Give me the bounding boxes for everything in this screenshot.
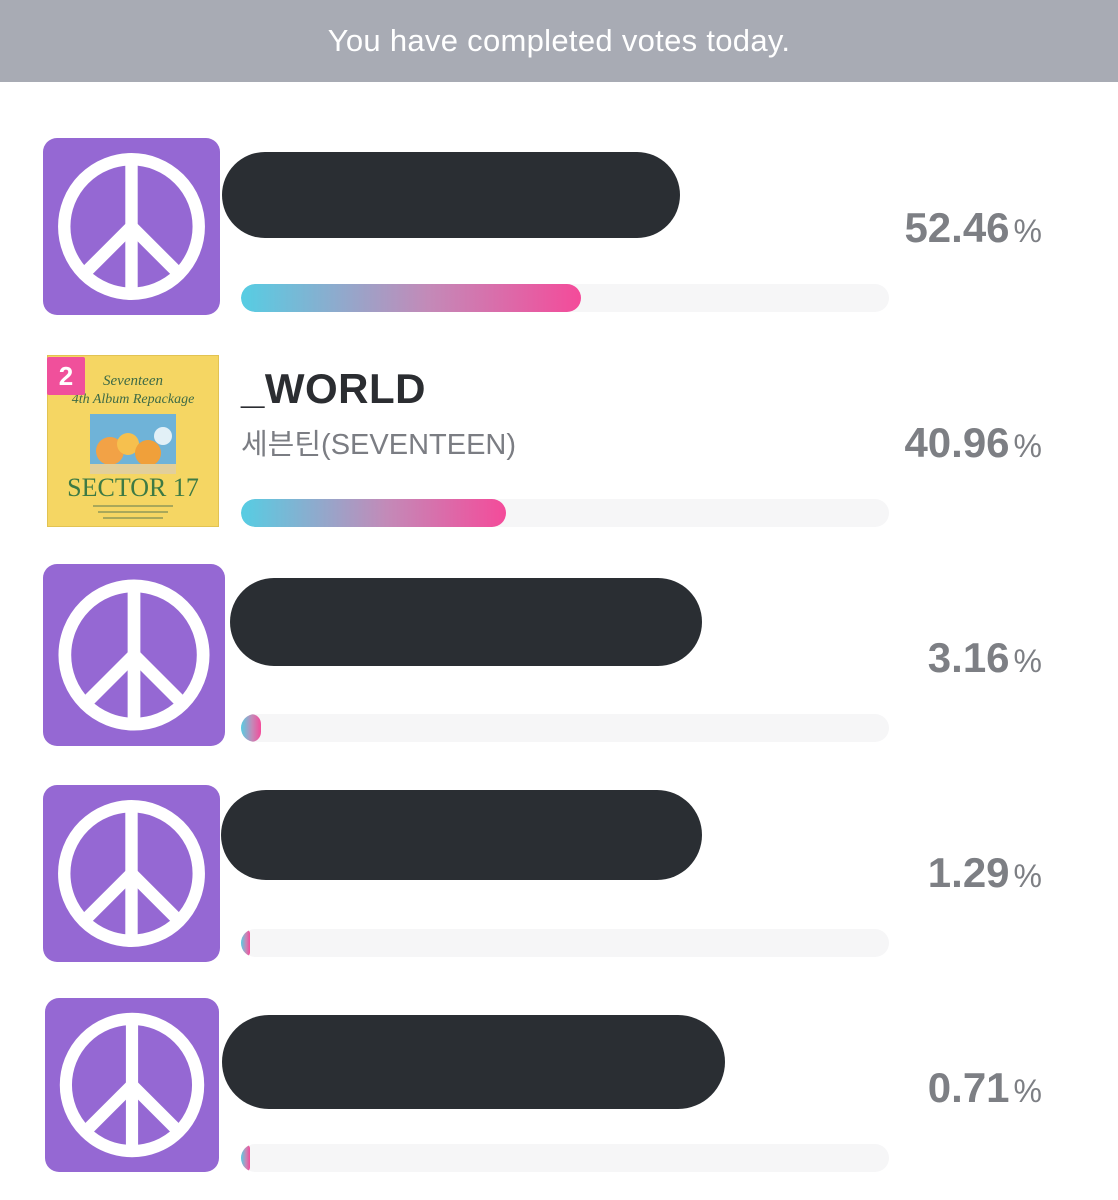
vote-entry-row-3[interactable]: 3.16% [0, 550, 1118, 765]
redacted-title [221, 790, 702, 880]
vote-entry-row-4[interactable]: 1.29% [0, 765, 1118, 980]
rank-badge: 2 [47, 357, 85, 395]
album-cover-line1: Seventeen [103, 373, 163, 389]
vote-percentage: 40.96% [904, 419, 1042, 467]
percentage-unit: % [1013, 643, 1042, 679]
vote-percentage: 0.71% [928, 1064, 1042, 1112]
percentage-value: 52.46 [904, 204, 1010, 251]
percentage-unit: % [1013, 858, 1042, 894]
percentage-unit: % [1013, 213, 1042, 249]
percentage-unit: % [1013, 1073, 1042, 1109]
vote-entry-row-5[interactable]: 0.71% [0, 980, 1118, 1195]
vote-progress-bar [241, 714, 889, 742]
percentage-unit: % [1013, 428, 1042, 464]
vote-completed-banner: You have completed votes today. [0, 0, 1118, 82]
album-cover-line2: 4th Album Repackage [72, 392, 195, 407]
vote-progress-bar [241, 929, 889, 957]
album-cover-line3: SECTOR 17 [67, 473, 199, 502]
vote-progress-fill [241, 284, 581, 312]
peace-sign-icon [43, 138, 220, 315]
percentage-value: 0.71 [927, 1064, 1010, 1111]
vote-entry-row-2[interactable]: Seventeen 4th Album Repackage SECTOR 17 … [0, 335, 1118, 550]
vote-progress-bar [241, 284, 889, 312]
redacted-title [222, 1015, 725, 1109]
artist-name: 세븐틴(SEVENTEEN) [241, 429, 517, 461]
vote-percentage: 52.46% [904, 204, 1042, 252]
vote-progress-bar [241, 499, 889, 527]
song-title: _WORLD [241, 365, 426, 412]
peace-sign-icon [43, 785, 220, 962]
vote-progress-fill [241, 929, 251, 957]
percentage-value: 3.16 [927, 634, 1010, 681]
percentage-value: 1.29 [927, 849, 1010, 896]
vote-progress-bar [241, 1144, 889, 1172]
vote-completed-message: You have completed votes today. [327, 23, 791, 58]
vote-progress-fill [241, 1144, 251, 1172]
percentage-value: 40.96 [904, 419, 1010, 466]
redacted-title [230, 578, 702, 666]
vote-percentage: 3.16% [928, 634, 1042, 682]
vote-progress-fill [241, 499, 507, 527]
redacted-title [222, 152, 680, 238]
peace-sign-icon [43, 564, 225, 746]
vote-percentage: 1.29% [928, 849, 1042, 897]
vote-progress-fill [241, 714, 262, 742]
vote-entry-row-1[interactable]: 52.46% [0, 120, 1118, 335]
peace-sign-icon [45, 998, 219, 1172]
